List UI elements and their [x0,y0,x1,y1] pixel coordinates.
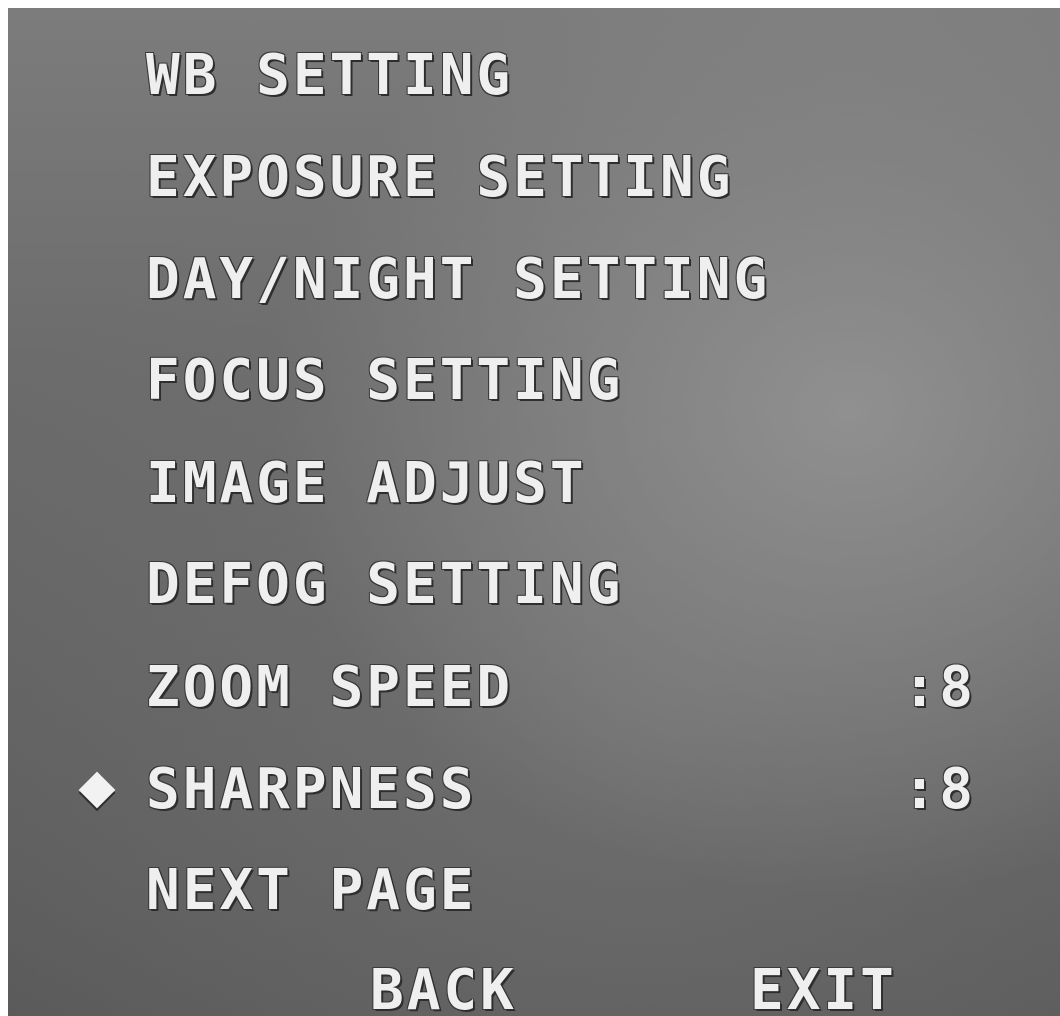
back-button-label: BACK [370,958,517,1016]
menu-item-day-night-setting[interactable]: DAY/NIGHT SETTING [146,240,976,320]
back-button[interactable]: BACK [370,956,517,1016]
exit-button[interactable]: EXIT [750,956,897,1016]
menu-item-sharpness[interactable]: SHARPNESS :8 [78,750,976,830]
menu-item-label: WB SETTING [146,43,514,108]
menu-item-defog-setting[interactable]: DEFOG SETTING [146,545,976,625]
menu-item-value: :8 [902,757,976,822]
menu-item-image-adjust[interactable]: IMAGE ADJUST [146,444,976,524]
menu-item-wb-setting[interactable]: WB SETTING [146,36,976,116]
osd-screen: WB SETTING EXPOSURE SETTING DAY/NIGHT SE… [8,8,1060,1016]
menu-item-value: :8 [902,655,976,720]
menu-item-label: IMAGE ADJUST [146,451,587,516]
menu-item-label: NEXT PAGE [146,858,477,923]
menu-item-focus-setting[interactable]: FOCUS SETTING [146,341,976,421]
menu-item-label: FOCUS SETTING [146,348,624,413]
osd-menu: WB SETTING EXPOSURE SETTING DAY/NIGHT SE… [8,8,1060,1016]
menu-item-label: DEFOG SETTING [146,552,624,617]
diamond-cursor-icon [78,771,116,809]
menu-item-label: ZOOM SPEED [146,655,514,720]
menu-item-next-page[interactable]: NEXT PAGE [146,851,976,931]
menu-item-label: DAY/NIGHT SETTING [146,247,771,312]
menu-item-zoom-speed[interactable]: ZOOM SPEED :8 [146,648,976,728]
menu-item-label: SHARPNESS [146,757,477,822]
menu-item-exposure-setting[interactable]: EXPOSURE SETTING [146,138,976,218]
exit-button-label: EXIT [750,958,897,1016]
menu-item-label: EXPOSURE SETTING [146,145,734,210]
